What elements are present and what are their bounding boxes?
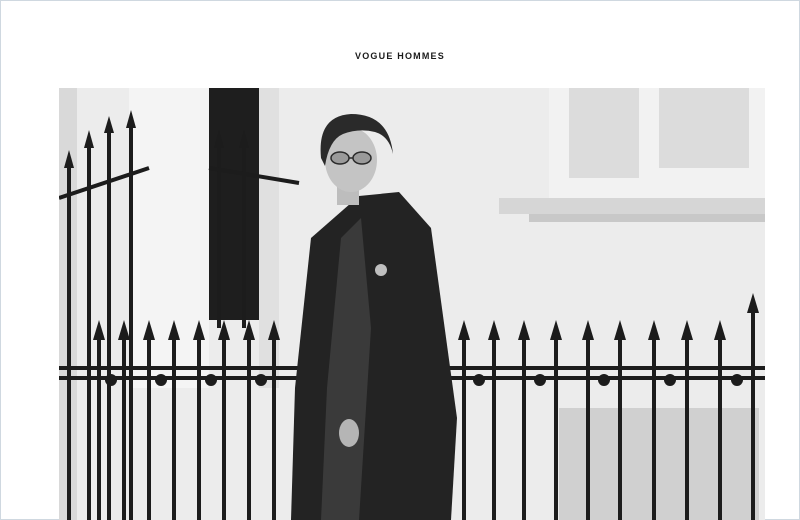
window-ledge bbox=[499, 198, 765, 214]
window-pane-right bbox=[659, 88, 749, 168]
lapel-pin bbox=[375, 264, 387, 276]
long-coat bbox=[291, 192, 457, 520]
editorial-photo bbox=[59, 88, 765, 520]
ledge-shadow bbox=[529, 214, 765, 222]
window-pane-left bbox=[569, 88, 639, 178]
photo-illustration bbox=[59, 88, 765, 520]
hand bbox=[339, 419, 359, 447]
masthead-title: VOGUE HOMMES bbox=[355, 51, 445, 61]
dark-doorway bbox=[209, 88, 259, 320]
